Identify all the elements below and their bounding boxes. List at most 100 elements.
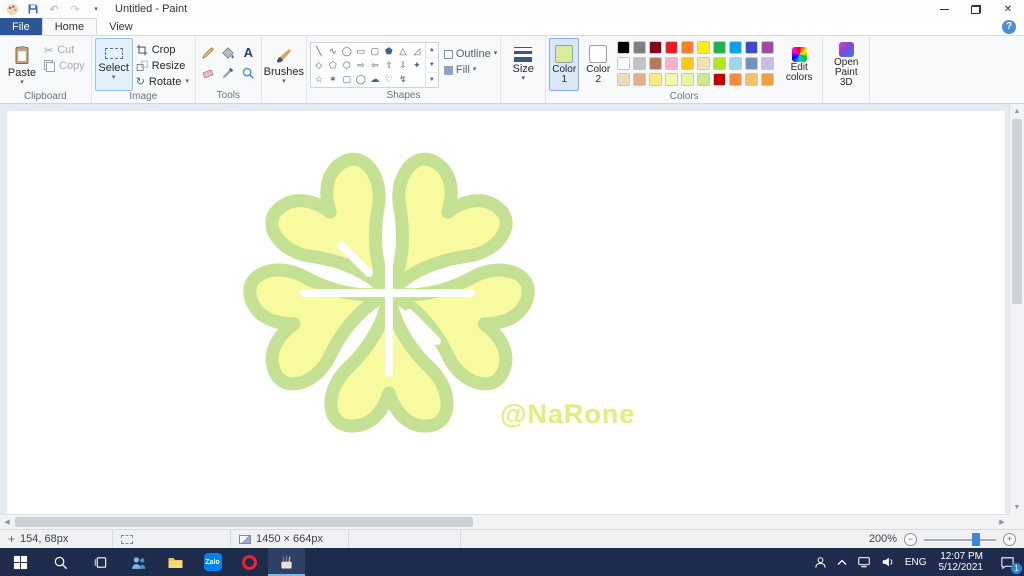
palette-swatch-2-7[interactable] xyxy=(729,73,743,86)
magnifier-tool[interactable] xyxy=(239,63,258,82)
shape-cell-0-5[interactable]: ⬟ xyxy=(382,44,396,58)
palette-swatch-1-8[interactable] xyxy=(745,57,759,70)
tab-home[interactable]: Home xyxy=(41,18,98,35)
rotate-button[interactable]: ↻ Rotate ▾ xyxy=(133,74,192,90)
shape-cell-2-0[interactable]: ☆ xyxy=(312,72,326,86)
close-button[interactable]: ✕ xyxy=(992,0,1024,18)
color-picker-tool[interactable] xyxy=(219,63,238,82)
tray-network-button[interactable] xyxy=(852,548,876,576)
open-paint3d-button[interactable]: Open Paint 3D xyxy=(826,38,866,91)
shape-cell-0-1[interactable]: ∿ xyxy=(326,44,340,58)
taskbar-paint-active[interactable] xyxy=(268,548,305,576)
zoom-slider[interactable] xyxy=(924,532,996,546)
paste-button[interactable]: Paste ▾ xyxy=(3,38,41,91)
crop-button[interactable]: Crop xyxy=(133,42,192,58)
taskbar-zalo[interactable]: Zalo xyxy=(194,548,231,576)
pencil-tool[interactable] xyxy=(199,43,218,62)
gallery-scroll-up-icon[interactable]: ▲ xyxy=(426,43,438,57)
resize-button[interactable]: Resize xyxy=(133,58,192,74)
shape-cell-0-6[interactable]: △ xyxy=(396,44,410,58)
restore-button[interactable] xyxy=(960,0,992,18)
redo-button[interactable]: ↷ xyxy=(67,1,83,17)
palette-swatch-0-2[interactable] xyxy=(649,41,663,54)
palette-swatch-1-2[interactable] xyxy=(649,57,663,70)
taskbar-file-explorer[interactable] xyxy=(157,548,194,576)
tray-hidden-icons-button[interactable] xyxy=(832,548,852,576)
shape-cell-1-2[interactable]: ⬡ xyxy=(340,58,354,72)
undo-button[interactable]: ↶ xyxy=(46,1,62,17)
palette-swatch-0-3[interactable] xyxy=(665,41,679,54)
gallery-scroll-down-icon[interactable]: ▼ xyxy=(425,57,438,72)
taskbar-people-app[interactable] xyxy=(120,548,157,576)
shape-cell-2-5[interactable]: ♡ xyxy=(382,72,396,86)
scroll-right-icon[interactable]: ▶ xyxy=(995,515,1009,529)
scroll-down-icon[interactable]: ▼ xyxy=(1010,500,1024,514)
brushes-button[interactable]: Brushes ▾ xyxy=(264,38,304,91)
shape-cell-1-6[interactable]: ⇩ xyxy=(396,58,410,72)
shape-cell-2-7[interactable] xyxy=(410,72,424,86)
minimize-button[interactable] xyxy=(928,0,960,18)
zoom-slider-track[interactable] xyxy=(924,538,996,541)
palette-swatch-0-0[interactable] xyxy=(617,41,631,54)
tray-people-button[interactable] xyxy=(809,548,832,576)
palette-swatch-2-0[interactable] xyxy=(617,73,631,86)
vertical-scroll-thumb[interactable] xyxy=(1012,119,1022,304)
size-button[interactable]: Size ▾ xyxy=(504,38,542,91)
shape-cell-1-3[interactable]: ⇨ xyxy=(354,58,368,72)
select-button[interactable]: Select ▾ xyxy=(94,38,133,91)
edit-colors-button[interactable]: Edit colors xyxy=(779,38,819,91)
outline-button[interactable]: Outline ▾ xyxy=(443,48,497,60)
copy-button[interactable]: Copy xyxy=(41,58,88,74)
palette-swatch-0-1[interactable] xyxy=(633,41,647,54)
palette-swatch-2-2[interactable] xyxy=(649,73,663,86)
color2-button[interactable]: Color 2 xyxy=(583,38,613,91)
palette-swatch-0-8[interactable] xyxy=(745,41,759,54)
palette-swatch-1-7[interactable] xyxy=(729,57,743,70)
palette-swatch-1-6[interactable] xyxy=(713,57,727,70)
notification-center-button[interactable]: 1 xyxy=(990,548,1024,576)
palette-swatch-0-4[interactable] xyxy=(681,41,695,54)
shape-cell-2-3[interactable]: ◯ xyxy=(354,72,368,86)
palette-swatch-2-6[interactable] xyxy=(713,73,727,86)
start-button[interactable] xyxy=(0,548,40,576)
cut-button[interactable]: ✂ Cut xyxy=(41,42,88,58)
palette-swatch-1-5[interactable] xyxy=(697,57,711,70)
fill-button[interactable]: Fill ▾ xyxy=(443,64,497,76)
palette-swatch-0-6[interactable] xyxy=(713,41,727,54)
color1-button[interactable]: Color 1 xyxy=(549,38,580,91)
shape-cell-1-5[interactable]: ⇧ xyxy=(382,58,396,72)
shape-cell-0-4[interactable]: ▢ xyxy=(368,44,382,58)
save-button[interactable] xyxy=(25,1,41,17)
tab-view[interactable]: View xyxy=(97,18,145,35)
horizontal-scrollbar[interactable]: ◀ ▶ xyxy=(0,514,1009,529)
shape-cell-0-7[interactable]: ◿ xyxy=(410,44,424,58)
zoom-slider-thumb[interactable] xyxy=(972,532,980,546)
shape-cell-1-1[interactable]: ⬠ xyxy=(326,58,340,72)
shape-cell-2-2[interactable]: ▢ xyxy=(340,72,354,86)
fill-tool[interactable] xyxy=(219,43,238,62)
eraser-tool[interactable] xyxy=(199,63,218,82)
taskbar-search-button[interactable] xyxy=(40,548,80,576)
palette-swatch-2-3[interactable] xyxy=(665,73,679,86)
palette-swatch-2-9[interactable] xyxy=(761,73,775,86)
vertical-scrollbar[interactable]: ▲ ▼ xyxy=(1009,104,1024,514)
palette-swatch-0-5[interactable] xyxy=(697,41,711,54)
quick-access-caret-icon[interactable]: ▾ xyxy=(88,1,104,17)
palette-swatch-1-9[interactable] xyxy=(761,57,775,70)
taskbar-opera[interactable] xyxy=(231,548,268,576)
palette-swatch-1-1[interactable] xyxy=(633,57,647,70)
taskbar-clock[interactable]: 12:07 PM 5/12/2021 xyxy=(932,551,991,573)
palette-swatch-2-5[interactable] xyxy=(697,73,711,86)
shape-cell-2-6[interactable]: ↯ xyxy=(396,72,410,86)
shape-cell-0-0[interactable]: ╲ xyxy=(312,44,326,58)
shape-cell-2-4[interactable]: ☁ xyxy=(368,72,382,86)
shape-cell-2-1[interactable]: ✶ xyxy=(326,72,340,86)
palette-swatch-2-4[interactable] xyxy=(681,73,695,86)
zoom-in-button[interactable]: + xyxy=(1003,532,1016,546)
zoom-out-button[interactable]: − xyxy=(904,532,917,546)
gallery-more-icon[interactable]: ▼ xyxy=(425,72,438,87)
scroll-up-icon[interactable]: ▲ xyxy=(1010,104,1024,118)
help-button[interactable]: ? xyxy=(1002,19,1016,34)
palette-swatch-1-0[interactable] xyxy=(617,57,631,70)
shape-cell-1-7[interactable]: ✦ xyxy=(410,58,424,72)
